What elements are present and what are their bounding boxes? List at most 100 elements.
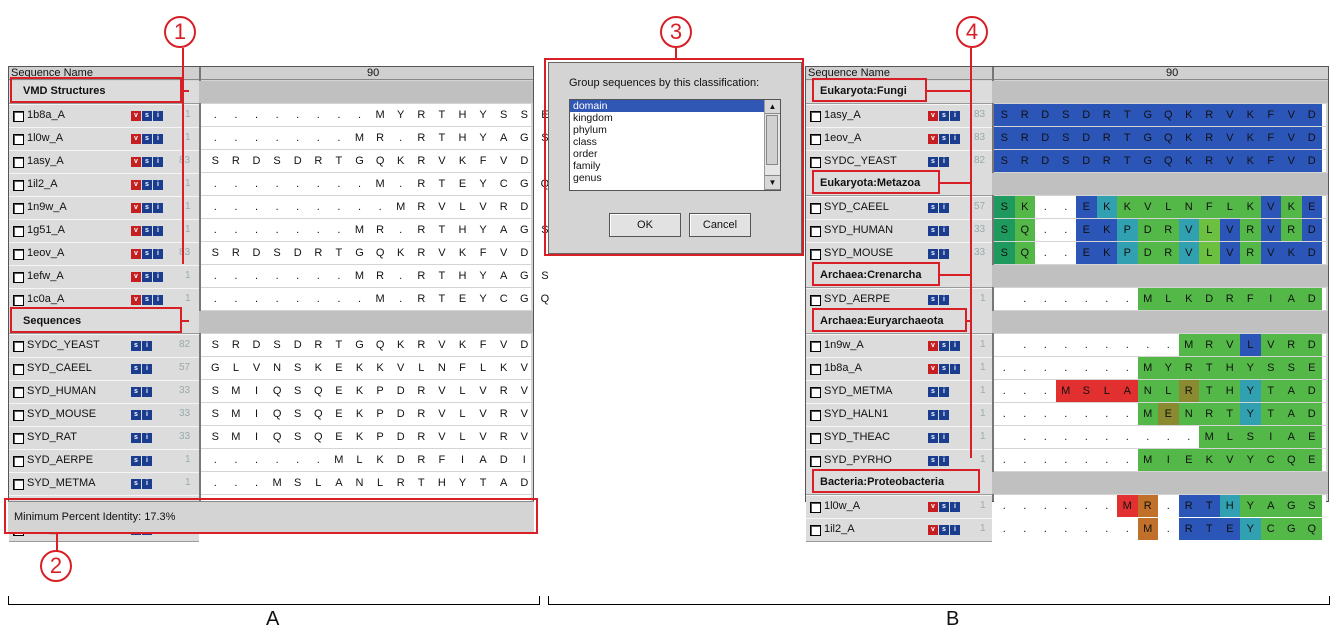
sequence-name[interactable]: SYD_HALN1 bbox=[824, 408, 888, 420]
sequence-name[interactable]: SYD_CAEEL bbox=[27, 362, 92, 374]
row-checkbox[interactable] bbox=[13, 387, 24, 398]
seq-badge-icon[interactable]: s bbox=[142, 203, 152, 213]
seq-badge-icon[interactable]: s bbox=[131, 341, 141, 351]
seq-badge-icon[interactable]: s bbox=[142, 272, 152, 282]
row-checkbox[interactable] bbox=[810, 502, 821, 513]
seq-badge-icon[interactable]: s bbox=[928, 157, 938, 167]
info-badge-icon[interactable]: i bbox=[153, 134, 163, 144]
table-row[interactable]: 1eov_A v s i 83 S R D S D R T G Q K R V K F V D bbox=[806, 127, 1328, 151]
table-row[interactable]: 1l0w_A v s i 1....... M R. R T H Y A G S bbox=[9, 127, 549, 151]
table-row[interactable]: SYD_CAEEL s i 57 S K.. E K K V L N F L K V K E bbox=[806, 196, 1328, 220]
table-row[interactable]: 1eov_A v s i 83 S R D S D R T G Q K R V K F V D bbox=[9, 242, 533, 266]
sequence-name[interactable]: 1b8a_A bbox=[824, 362, 862, 374]
table-row[interactable]: SYD_THEAC s i 1......... M L S I A E bbox=[806, 426, 1328, 450]
info-badge-icon[interactable]: i bbox=[939, 456, 949, 466]
info-badge-icon[interactable]: i bbox=[950, 341, 960, 351]
row-checkbox[interactable] bbox=[13, 157, 24, 168]
table-row[interactable]: SYD_METMA s i 1... M S L A N L R T H Y T A D bbox=[806, 380, 1328, 404]
info-badge-icon[interactable]: i bbox=[939, 410, 949, 420]
row-checkbox[interactable] bbox=[810, 111, 821, 122]
seq-badge-icon[interactable]: s bbox=[131, 433, 141, 443]
info-badge-icon[interactable]: i bbox=[950, 525, 960, 535]
sequence-name[interactable]: 1c0a_A bbox=[27, 293, 64, 305]
vmd-badge-icon[interactable]: v bbox=[928, 111, 938, 121]
vmd-badge-icon[interactable]: v bbox=[131, 157, 141, 167]
sequence-name[interactable]: SYD_METMA bbox=[824, 385, 892, 397]
seq-badge-icon[interactable]: s bbox=[142, 180, 152, 190]
table-row[interactable]: 1asy_A v s i 83 S R D S D R T G Q K R V K F V D bbox=[9, 150, 533, 174]
seq-badge-icon[interactable]: s bbox=[928, 203, 938, 213]
vmd-badge-icon[interactable]: v bbox=[928, 502, 938, 512]
table-row[interactable]: 1n9w_A v s i 1......... M R V L V R D bbox=[9, 196, 533, 220]
seq-badge-icon[interactable]: s bbox=[142, 295, 152, 305]
row-checkbox[interactable] bbox=[13, 341, 24, 352]
seq-badge-icon[interactable]: s bbox=[928, 433, 938, 443]
row-checkbox[interactable] bbox=[810, 295, 821, 306]
sequence-name[interactable]: 1il2_A bbox=[27, 178, 58, 190]
row-checkbox[interactable] bbox=[13, 111, 24, 122]
info-badge-icon[interactable]: i bbox=[142, 341, 152, 351]
row-checkbox[interactable] bbox=[810, 525, 821, 536]
seq-badge-icon[interactable]: s bbox=[142, 249, 152, 259]
info-badge-icon[interactable]: i bbox=[939, 203, 949, 213]
table-row[interactable]: 1g51_A v s i 1....... M R. R T H Y A G S bbox=[9, 219, 549, 243]
seq-badge-icon[interactable]: s bbox=[928, 387, 938, 397]
vmd-badge-icon[interactable]: v bbox=[928, 341, 938, 351]
table-row[interactable]: SYD_MOUSE s i 33 S M I Q S Q E K P D R V L V R V bbox=[9, 403, 533, 427]
sequence-name[interactable]: SYD_HUMAN bbox=[27, 385, 96, 397]
info-badge-icon[interactable]: i bbox=[939, 433, 949, 443]
table-row[interactable]: 1b8a_A v s i 1........ M Y R T H Y S S E bbox=[9, 104, 549, 128]
info-badge-icon[interactable]: i bbox=[950, 502, 960, 512]
row-checkbox[interactable] bbox=[810, 341, 821, 352]
info-badge-icon[interactable]: i bbox=[950, 364, 960, 374]
sequence-name[interactable]: SYD_METMA bbox=[27, 477, 95, 489]
seq-badge-icon[interactable]: s bbox=[928, 249, 938, 259]
sequence-name[interactable]: SYD_CAEEL bbox=[824, 201, 889, 213]
row-checkbox[interactable] bbox=[810, 249, 821, 260]
vmd-badge-icon[interactable]: v bbox=[131, 226, 141, 236]
table-row[interactable]: SYD_HUMAN s i 33 S M I Q S Q E K P D R V L V R V bbox=[9, 380, 533, 404]
row-checkbox[interactable] bbox=[13, 479, 24, 490]
seq-badge-icon[interactable]: s bbox=[928, 295, 938, 305]
info-badge-icon[interactable]: i bbox=[950, 134, 960, 144]
row-checkbox[interactable] bbox=[810, 410, 821, 421]
seq-badge-icon[interactable]: s bbox=[939, 341, 949, 351]
sequence-name[interactable]: SYDC_YEAST bbox=[824, 155, 897, 167]
sequence-name[interactable]: 1asy_A bbox=[27, 155, 64, 167]
vmd-badge-icon[interactable]: v bbox=[131, 272, 141, 282]
row-checkbox[interactable] bbox=[13, 272, 24, 283]
info-badge-icon[interactable]: i bbox=[153, 295, 163, 305]
sequence-name[interactable]: SYD_THEAC bbox=[824, 431, 890, 443]
row-checkbox[interactable] bbox=[13, 134, 24, 145]
sequence-name[interactable]: SYD_MOUSE bbox=[824, 247, 893, 259]
sequence-name[interactable]: SYD_AERPE bbox=[824, 293, 890, 305]
info-badge-icon[interactable]: i bbox=[939, 226, 949, 236]
row-checkbox[interactable] bbox=[810, 433, 821, 444]
row-checkbox[interactable] bbox=[13, 180, 24, 191]
row-checkbox[interactable] bbox=[13, 433, 24, 444]
vmd-badge-icon[interactable]: v bbox=[131, 203, 141, 213]
vmd-badge-icon[interactable]: v bbox=[131, 134, 141, 144]
info-badge-icon[interactable]: i bbox=[153, 111, 163, 121]
sequence-name[interactable]: 1eov_A bbox=[27, 247, 64, 259]
sequence-name[interactable]: 1g51_A bbox=[27, 224, 65, 236]
info-badge-icon[interactable]: i bbox=[939, 249, 949, 259]
sequence-name[interactable]: 1b8a_A bbox=[27, 109, 65, 121]
row-checkbox[interactable] bbox=[810, 203, 821, 214]
table-row[interactable]: 1asy_A v s i 83 S R D S D R T G Q K R V K F V D bbox=[806, 104, 1328, 128]
table-row[interactable]: 1il2_A v s i 1........ M. R T E Y C G Q bbox=[9, 173, 549, 197]
info-badge-icon[interactable]: i bbox=[153, 203, 163, 213]
sequence-name[interactable]: SYD_MOUSE bbox=[27, 408, 96, 420]
vmd-badge-icon[interactable]: v bbox=[131, 180, 141, 190]
info-badge-icon[interactable]: i bbox=[142, 410, 152, 420]
seq-badge-icon[interactable]: s bbox=[142, 111, 152, 121]
seq-badge-icon[interactable]: s bbox=[928, 410, 938, 420]
info-badge-icon[interactable]: i bbox=[142, 364, 152, 374]
table-row[interactable]: 1b8a_A v s i 1....... M Y R T H Y S S E bbox=[806, 357, 1328, 381]
info-badge-icon[interactable]: i bbox=[939, 387, 949, 397]
seq-badge-icon[interactable]: s bbox=[131, 364, 141, 374]
row-checkbox[interactable] bbox=[13, 410, 24, 421]
info-badge-icon[interactable]: i bbox=[142, 387, 152, 397]
info-badge-icon[interactable]: i bbox=[142, 433, 152, 443]
info-badge-icon[interactable]: i bbox=[939, 157, 949, 167]
